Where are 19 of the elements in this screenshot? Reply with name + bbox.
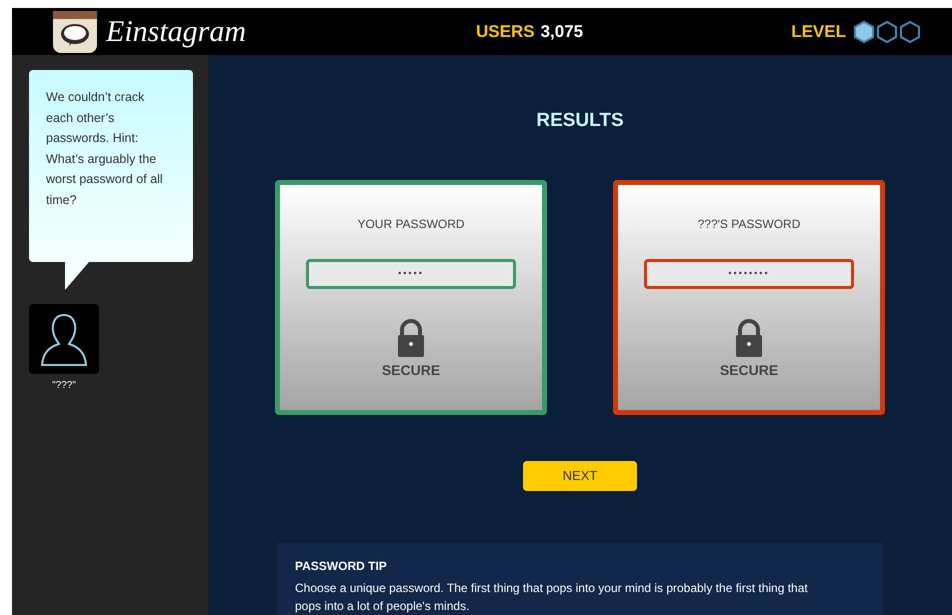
tip-text: Choose a unique password. The first thing that pops into your mind is probably the first thing that pops into a lot of people's minds. [295,580,809,615]
password-field: •••••••• [644,258,854,288]
tip-heading: PASSWORD TIP [295,558,388,575]
card-label: ???'S PASSWORD [698,216,800,232]
users-label: USERS [476,20,535,43]
users-count: 3,075 [540,20,584,43]
password-field: ••••• [306,258,516,288]
person-silhouette-icon [39,311,89,367]
level-label: LEVEL [791,20,846,43]
results-title: RESULTS [536,109,624,133]
security-status: SECURE [720,360,778,380]
character-name: "???" [51,379,77,393]
padlock-icon [734,318,764,356]
app-logo-text: Einstagram [106,14,246,50]
next-button[interactable]: NEXT [523,460,637,491]
security-status: SECURE [382,360,440,380]
padlock-icon [396,318,426,356]
speech-text: We couldn’t crack each other’s passwords. Hint: What’s arguably the worst password of all time? [46,89,164,208]
card-label: YOUR PASSWORD [357,216,465,232]
